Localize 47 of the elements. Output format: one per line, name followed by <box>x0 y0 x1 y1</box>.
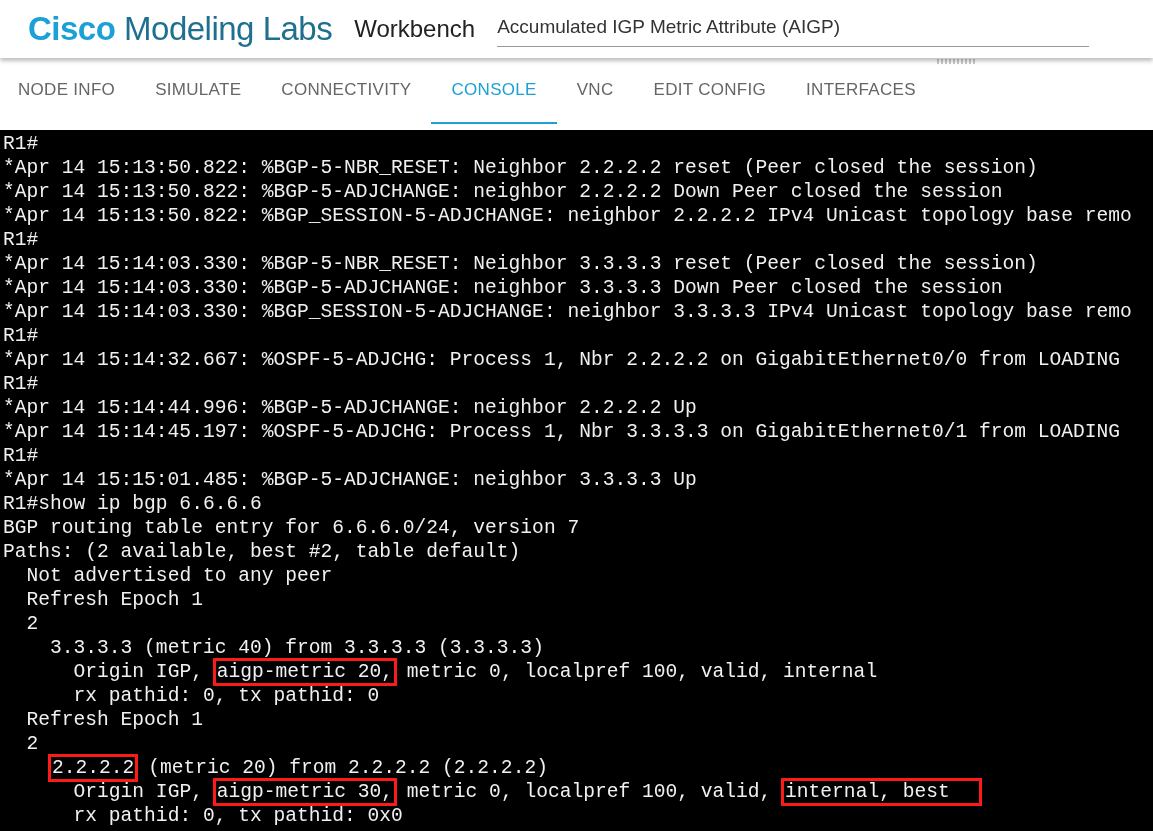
console-text: *Apr 14 15:13:50.822: %BGP_SESSION-5-ADJCHANGE: neighbor 2.2.2.2 IPv4 Unicast topology base remo <box>3 204 1132 228</box>
console-text: *Apr 14 15:15:01.485: %BGP-5-ADJCHANGE: neighbor 3.3.3.3 Up <box>3 468 697 492</box>
tab[interactable]: NODE INFO <box>0 58 136 124</box>
console-text: rx pathid: 0, tx pathid: 0x0 <box>73 804 403 828</box>
console-text: Refresh Epoch 1 <box>26 588 203 612</box>
console-text: 2 <box>26 732 39 756</box>
highlight-box: 2.2.2.2 <box>50 756 137 780</box>
console-text: Refresh Epoch 1 <box>26 708 203 732</box>
console-text: R1# <box>3 132 39 156</box>
console-text: R1# <box>3 228 39 252</box>
highlight-box: aigp-metric 30, <box>214 780 396 804</box>
console-text: Origin IGP, <box>73 660 204 684</box>
console-text: metric 0, localpref 100, valid, <box>406 780 773 804</box>
resize-handle-icon[interactable] <box>937 59 977 64</box>
console-text: Paths: (2 available, best #2, table default) <box>3 540 521 564</box>
console-text: *Apr 14 15:14:32.667: %OSPF-5-ADJCHG: Process 1, Nbr 2.2.2.2 on GigabitEthernet0/0 from LOADING <box>3 348 1121 372</box>
console-text: 2 <box>26 612 39 636</box>
tab[interactable]: VNC <box>556 58 634 124</box>
app-logo: Cisco Modeling Labs <box>28 10 333 48</box>
console-text: BGP routing table entry for 6.6.6.0/24, version 7 <box>3 516 580 540</box>
console-text: R1# <box>3 372 39 396</box>
console-text: *Apr 14 15:14:03.330: %BGP-5-NBR_RESET: Neighbor 3.3.3.3 reset (Peer closed the session) <box>3 252 1038 276</box>
lab-title-field[interactable]: Accumulated IGP Metric Attribute (AIGP) <box>497 11 1090 47</box>
console-text: *Apr 14 15:14:03.330: %BGP-5-ADJCHANGE: neighbor 3.3.3.3 Down Peer closed the session <box>3 276 1003 300</box>
console-text: *Apr 14 15:14:44.996: %BGP-5-ADJCHANGE: neighbor 2.2.2.2 Up <box>3 396 697 420</box>
console-text: metric 0, localpref 100, valid, internal <box>406 660 878 684</box>
console-text: rx pathid: 0, tx pathid: 0 <box>73 684 380 708</box>
tab[interactable]: CONSOLE <box>431 58 557 124</box>
section-title: Workbench <box>354 15 476 43</box>
tab[interactable]: EDIT CONFIG <box>633 58 787 124</box>
console-text: R1# <box>3 444 39 468</box>
tab[interactable]: SIMULATE <box>135 58 262 124</box>
console-terminal[interactable] <box>0 130 1153 831</box>
console-text: Origin IGP, <box>73 780 204 804</box>
tab[interactable]: CONNECTIVITY <box>261 58 432 124</box>
console-text: *Apr 14 15:14:45.197: %OSPF-5-ADJCHG: Process 1, Nbr 3.3.3.3 on GigabitEthernet0/1 from LOADING <box>3 420 1121 444</box>
console-text: Not advertised to any peer <box>26 564 333 588</box>
console-text: *Apr 14 15:13:50.822: %BGP-5-ADJCHANGE: neighbor 2.2.2.2 Down Peer closed the session <box>3 180 1003 204</box>
console-text: 3.3.3.3 (metric 40) from 3.3.3.3 (3.3.3.3) <box>50 636 544 660</box>
console-text: *Apr 14 15:13:50.822: %BGP-5-NBR_RESET: Neighbor 2.2.2.2 reset (Peer closed the session) <box>3 156 1038 180</box>
console-text: R1#show ip bgp 6.6.6.6 <box>3 492 262 516</box>
console-text: *Apr 14 15:14:03.330: %BGP_SESSION-5-ADJCHANGE: neighbor 3.3.3.3 IPv4 Unicast topology base remo <box>3 300 1132 324</box>
highlight-box: aigp-metric 20, <box>214 660 396 684</box>
console-text: (metric 20) from 2.2.2.2 (2.2.2.2) <box>148 756 548 780</box>
highlight-box: internal, best <box>783 780 980 804</box>
tab[interactable]: INTERFACES <box>786 58 936 124</box>
console-text: R1# <box>3 324 39 348</box>
